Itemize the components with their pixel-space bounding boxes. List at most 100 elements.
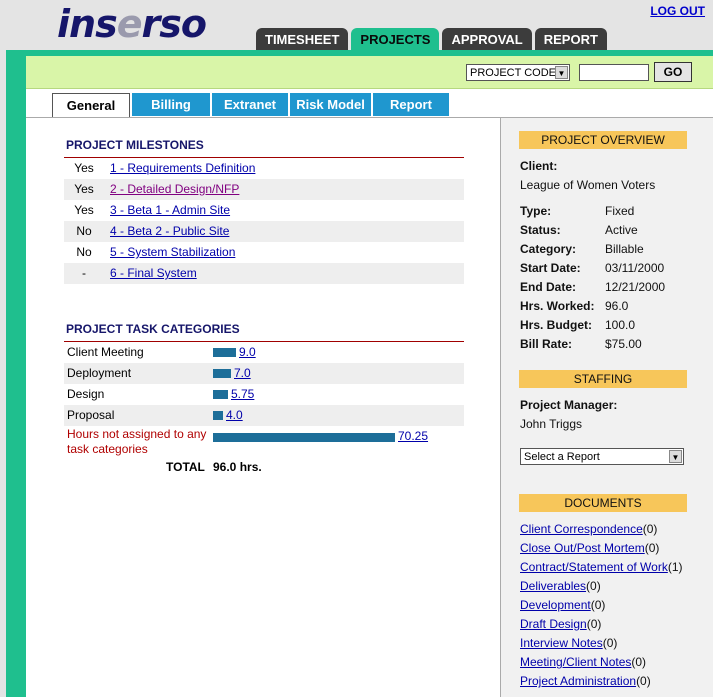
- total-value: 96.0 hrs.: [213, 460, 262, 474]
- hrs-worked-label: Hrs. Worked:: [520, 299, 595, 313]
- logout-link[interactable]: LOG OUT: [650, 4, 705, 18]
- document-item: Contract/Statement of Work(1): [520, 560, 683, 574]
- task-hours-bar: [213, 390, 228, 399]
- end-date-label: End Date:: [520, 280, 577, 294]
- main-panel: PROJECT MILESTONES Yes 1 - Requirements …: [26, 118, 500, 697]
- tab-timesheet[interactable]: TIMESHEET: [256, 28, 349, 50]
- task-hours-link[interactable]: 7.0: [234, 363, 251, 384]
- chevron-down-icon: ▼: [669, 450, 682, 463]
- task-hours-link[interactable]: 4.0: [226, 405, 243, 426]
- project-code-input[interactable]: [579, 64, 649, 81]
- bill-rate-label: Bill Rate:: [520, 337, 573, 351]
- task-hours-bar: [213, 348, 236, 357]
- sidebar-panel: PROJECT OVERVIEW Client: League of Women…: [500, 118, 713, 697]
- document-link[interactable]: Meeting/Client Notes: [520, 655, 631, 669]
- milestone-status: Yes: [74, 161, 94, 175]
- unassigned-hours-bar: [213, 433, 395, 442]
- subtab-report[interactable]: Report: [373, 93, 449, 116]
- document-count: (0): [590, 598, 606, 612]
- document-count: (0): [586, 579, 601, 593]
- go-button[interactable]: GO: [654, 62, 692, 82]
- document-count: (0): [631, 655, 647, 669]
- tab-report[interactable]: REPORT: [534, 28, 607, 50]
- milestone-row: Yes 2 - Detailed Design/NFP: [64, 179, 464, 200]
- hrs-budget-value: 100.0: [605, 318, 636, 332]
- task-hours-link[interactable]: 5.75: [231, 384, 254, 405]
- tasks-title: PROJECT TASK CATEGORIES: [66, 322, 240, 336]
- milestone-link[interactable]: 6 - Final System: [110, 263, 197, 284]
- document-link[interactable]: Client Correspondence: [520, 522, 643, 536]
- task-name: Client Meeting: [67, 345, 144, 359]
- start-date-value: 03/11/2000: [605, 261, 665, 275]
- report-select-value: Select a Report: [524, 451, 600, 463]
- task-hours-bar: [213, 369, 231, 378]
- hrs-budget-label: Hrs. Budget:: [520, 318, 592, 332]
- inserso-logo: inserso: [57, 2, 207, 46]
- page-content: PROJECT CODE ▼ GO General Billing Extran…: [26, 56, 713, 697]
- app-frame: PROJECT CODE ▼ GO General Billing Extran…: [6, 50, 713, 697]
- tab-projects[interactable]: PROJECTS: [351, 28, 440, 50]
- milestone-row: - 6 - Final System: [64, 263, 464, 284]
- search-type-value: PROJECT CODE: [470, 67, 556, 79]
- subtab-general[interactable]: General: [52, 93, 130, 117]
- sub-tabs: General Billing Extranet Risk Model Repo…: [52, 93, 449, 117]
- milestone-status: Yes: [74, 182, 94, 196]
- project-manager-value: John Triggs: [520, 417, 583, 431]
- document-count: (0): [586, 617, 602, 631]
- document-link[interactable]: Draft Design: [520, 617, 587, 631]
- task-name: Design: [67, 387, 105, 401]
- document-count: (0): [602, 636, 618, 650]
- document-item: Project Administration(0): [520, 674, 651, 688]
- document-link[interactable]: Contract/Statement of Work: [520, 560, 668, 574]
- subtab-risk-model[interactable]: Risk Model: [290, 93, 371, 116]
- milestone-link[interactable]: 4 - Beta 2 - Public Site: [110, 221, 229, 242]
- document-item: Client Correspondence(0): [520, 522, 657, 536]
- milestone-link[interactable]: 3 - Beta 1 - Admin Site: [110, 200, 230, 221]
- milestone-row: Yes 3 - Beta 1 - Admin Site: [64, 200, 464, 221]
- task-row: Client Meeting 9.0: [64, 342, 464, 363]
- status-value: Active: [605, 223, 638, 237]
- task-hours-bar: [213, 411, 223, 420]
- document-link[interactable]: Development: [520, 598, 591, 612]
- report-select[interactable]: Select a Report ▼: [520, 448, 684, 465]
- subtab-extranet[interactable]: Extranet: [212, 93, 288, 116]
- document-item: Deliverables(0): [520, 579, 601, 593]
- milestone-link[interactable]: 5 - System Stabilization: [110, 242, 235, 263]
- milestone-status: No: [76, 245, 92, 259]
- type-value: Fixed: [605, 204, 635, 218]
- subtab-billing[interactable]: Billing: [132, 93, 210, 116]
- document-link[interactable]: Close Out/Post Mortem: [520, 541, 645, 555]
- unassigned-hours-label: Hours not assigned to any task categorie…: [67, 427, 207, 456]
- milestone-status: -: [82, 266, 86, 280]
- document-count: (0): [636, 674, 651, 688]
- start-date-label: Start Date:: [520, 261, 581, 275]
- unassigned-hours-link[interactable]: 70.25: [398, 429, 428, 443]
- document-link[interactable]: Interview Notes: [520, 636, 603, 650]
- status-label: Status:: [520, 223, 561, 237]
- search-type-select[interactable]: PROJECT CODE ▼: [466, 64, 570, 81]
- document-link[interactable]: Project Administration: [520, 674, 636, 688]
- chevron-down-icon: ▼: [555, 66, 568, 79]
- document-item: Meeting/Client Notes(0): [520, 655, 646, 669]
- client-value: League of Women Voters: [520, 178, 656, 192]
- milestones-title: PROJECT MILESTONES: [66, 138, 204, 152]
- task-name: Proposal: [67, 408, 115, 422]
- document-link[interactable]: Deliverables: [520, 579, 586, 593]
- milestone-row: No 5 - System Stabilization: [64, 242, 464, 263]
- document-item: Draft Design(0): [520, 617, 601, 631]
- hrs-worked-value: 96.0: [605, 299, 629, 313]
- document-count: (0): [644, 541, 660, 555]
- documents-header: DOCUMENTS: [519, 494, 687, 512]
- type-label: Type:: [520, 204, 552, 218]
- task-hours-link[interactable]: 9.0: [239, 342, 256, 363]
- tab-approval[interactable]: APPROVAL: [442, 28, 532, 50]
- milestone-link[interactable]: 1 - Requirements Definition: [110, 158, 255, 179]
- task-row: Proposal 4.0: [64, 405, 464, 426]
- total-label: TOTAL: [166, 460, 205, 474]
- milestone-link[interactable]: 2 - Detailed Design/NFP: [110, 179, 239, 200]
- client-label: Client:: [520, 159, 558, 173]
- category-value: Billable: [605, 242, 644, 256]
- document-count: (0): [642, 522, 658, 536]
- document-item: Close Out/Post Mortem(0): [520, 541, 659, 555]
- task-name: Deployment: [67, 366, 132, 380]
